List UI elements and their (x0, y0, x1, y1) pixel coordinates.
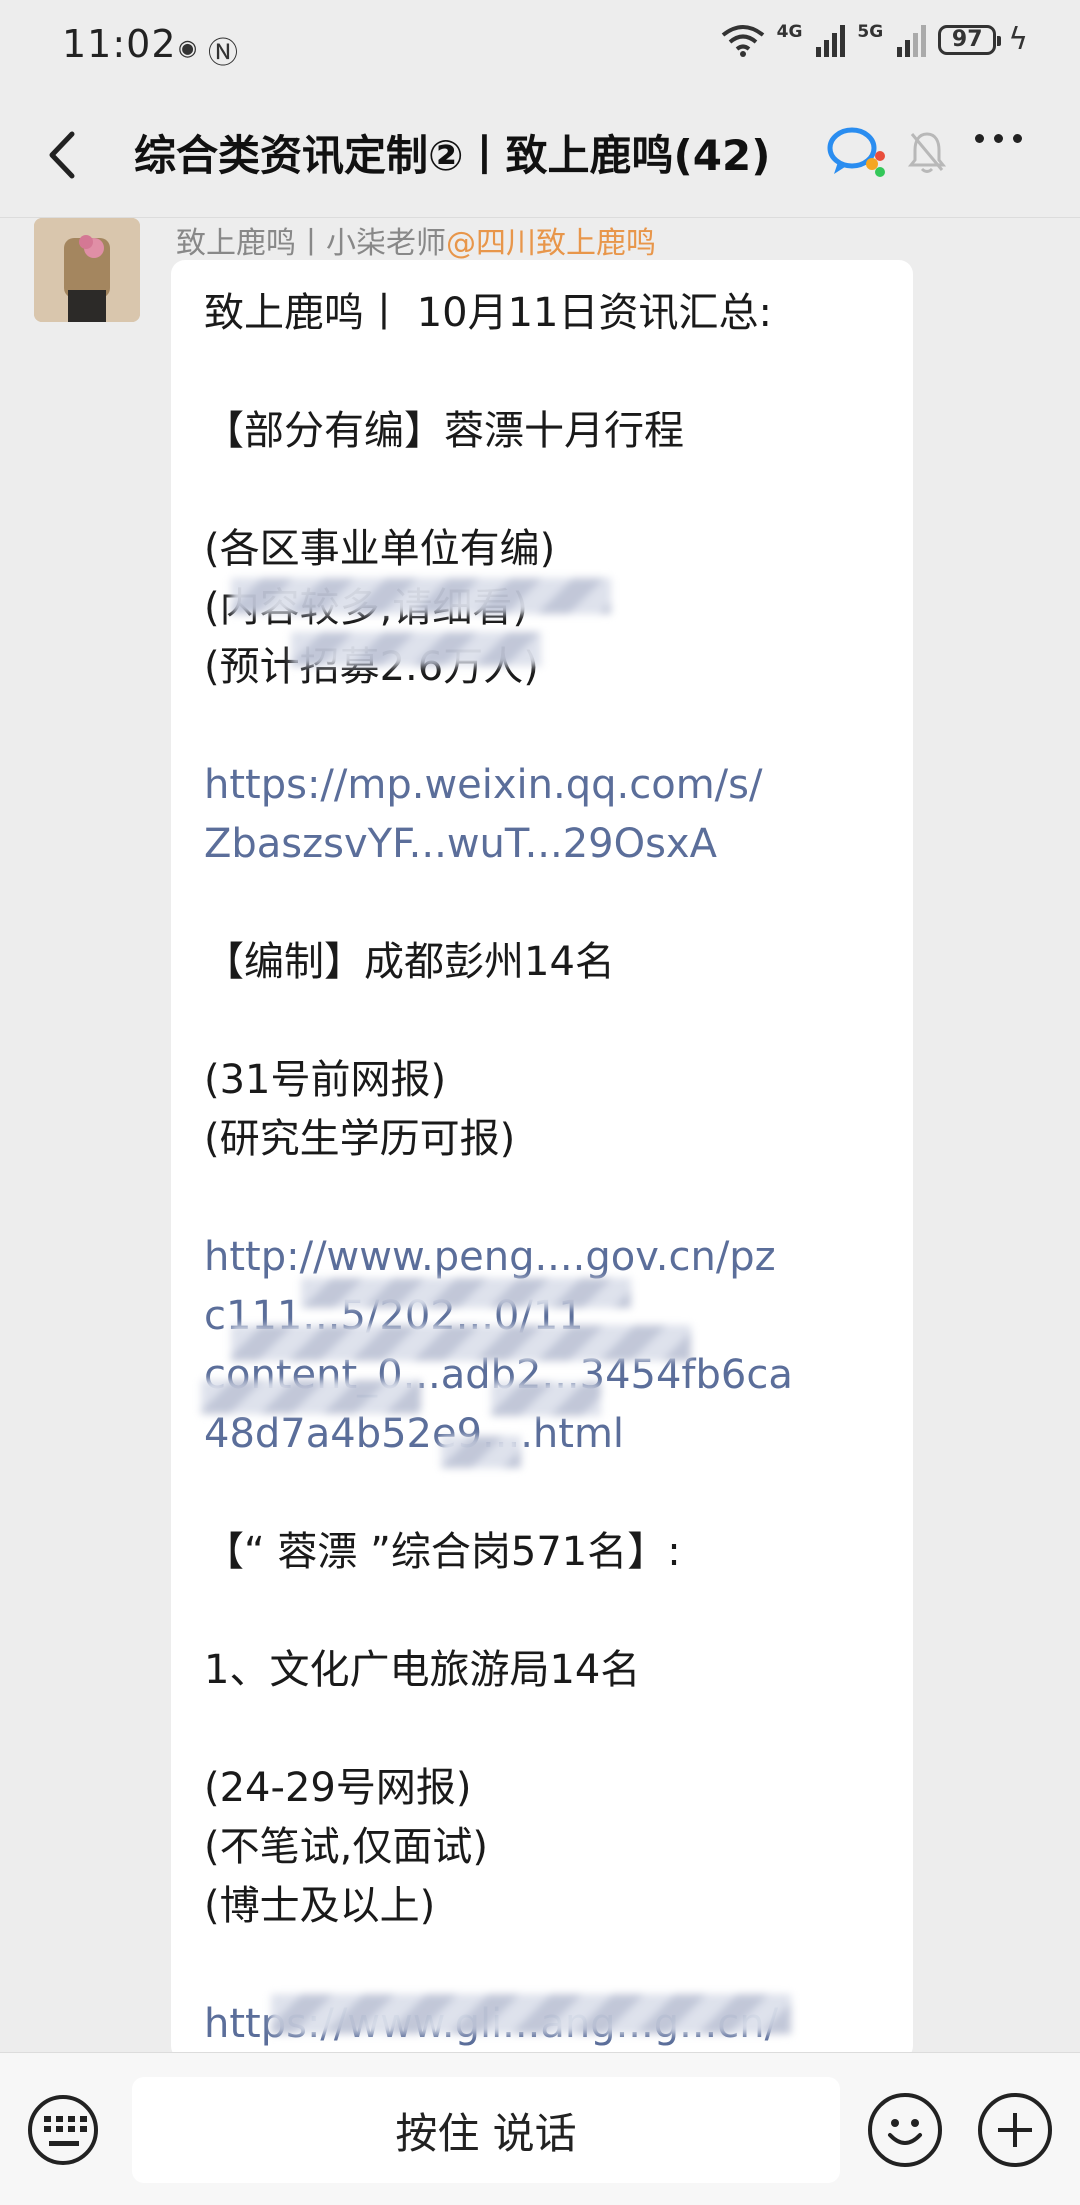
wifi-icon (721, 24, 764, 57)
nfc-icon: Ⓝ (208, 36, 238, 71)
message-line (204, 1169, 894, 1228)
message-line: 【部分有编】蓉漂十月行程 (204, 408, 684, 454)
blur-mask (291, 632, 541, 666)
message-text: 致上鹿鸣丨 10月11日资讯汇总: 【部分有编】蓉漂十月行程 (各区事业单位有编) (… (204, 284, 894, 2054)
blur-mask (231, 578, 611, 614)
chat-header: 综合类资讯定制②丨致上鹿鸣(42) (0, 92, 1080, 218)
hold-to-talk-button[interactable]: 按住 说话 (132, 2077, 840, 2183)
signal-icon-2 (897, 23, 927, 57)
message-line (204, 461, 894, 520)
message-line: (31号前网报) (204, 1057, 447, 1103)
sender-line: 致上鹿鸣丨小柒老师@四川致上鹿鸣 (176, 218, 656, 262)
message-line (204, 1700, 894, 1759)
message-line: (24-29号网报) (204, 1765, 472, 1811)
battery-level: 97 (951, 27, 983, 52)
message-line (204, 1936, 894, 1995)
blur-mask (301, 1278, 631, 1308)
message-line: (不笔试,仅面试) (204, 1824, 488, 1870)
back-icon[interactable] (38, 128, 88, 182)
sender-mention[interactable]: @四川致上鹿鸣 (446, 226, 656, 261)
message-line: 1、文化广电旅游局14名 (204, 1647, 641, 1693)
message-line: (博士及以上) (204, 1883, 436, 1929)
message-line[interactable]: ZbaszsvYF...wuT...29OsxA (204, 815, 894, 874)
blur-mask (441, 1436, 521, 1468)
plus-icon[interactable] (978, 2093, 1052, 2167)
mute-bell-icon (908, 132, 946, 173)
status-bar: 11:02 ◉ Ⓝ 4G 5G 97 ϟ (0, 0, 1080, 92)
status-time: 11:02 (62, 22, 177, 66)
message-line: 致上鹿鸣丨 10月11日资讯汇总: (204, 290, 772, 336)
message-line (204, 992, 894, 1051)
sender-name: 致上鹿鸣丨小柒老师 (176, 226, 446, 261)
message-line: (研究生学历可报) (204, 1116, 516, 1162)
network-type-2: 5G (857, 22, 884, 42)
message-line (204, 697, 894, 756)
input-bar: 按住 说话 (0, 2052, 1080, 2205)
avatar-image (34, 218, 140, 322)
blur-mask (201, 1380, 421, 1414)
message-bubble[interactable]: 致上鹿鸣丨 10月11日资讯汇总: 【部分有编】蓉漂十月行程 (各区事业单位有编) (… (171, 260, 913, 2060)
sender-avatar[interactable] (34, 218, 140, 322)
message-line: (各区事业单位有编) (204, 526, 556, 572)
battery-icon: 97 (938, 24, 1002, 55)
group-chat-icon[interactable] (826, 126, 888, 180)
blur-mask (271, 1994, 791, 2034)
message-line (204, 343, 894, 402)
emoji-icon[interactable] (868, 2093, 942, 2167)
message-line: 【编制】成都彭州14名 (204, 939, 615, 985)
message-line (204, 1464, 894, 1523)
charging-icon: ϟ (1008, 22, 1028, 57)
blur-mask (231, 1325, 691, 1361)
keyboard-icon[interactable] (28, 2095, 98, 2165)
message-line: 【“ 蓉漂 ”综合岗571名】: (204, 1529, 681, 1575)
message-line[interactable]: https://mp.weixin.qq.com/s/ (204, 756, 894, 815)
notification-icon: ◉ (178, 36, 198, 61)
chat-title: 综合类资讯定制②丨致上鹿鸣(42) (134, 131, 771, 180)
blur-mask (491, 1382, 601, 1416)
network-type-1: 4G (776, 22, 803, 42)
more-options-icon[interactable] (975, 134, 1022, 143)
message-line (204, 874, 894, 933)
signal-icon-1 (816, 23, 846, 57)
message-line (204, 1582, 894, 1641)
